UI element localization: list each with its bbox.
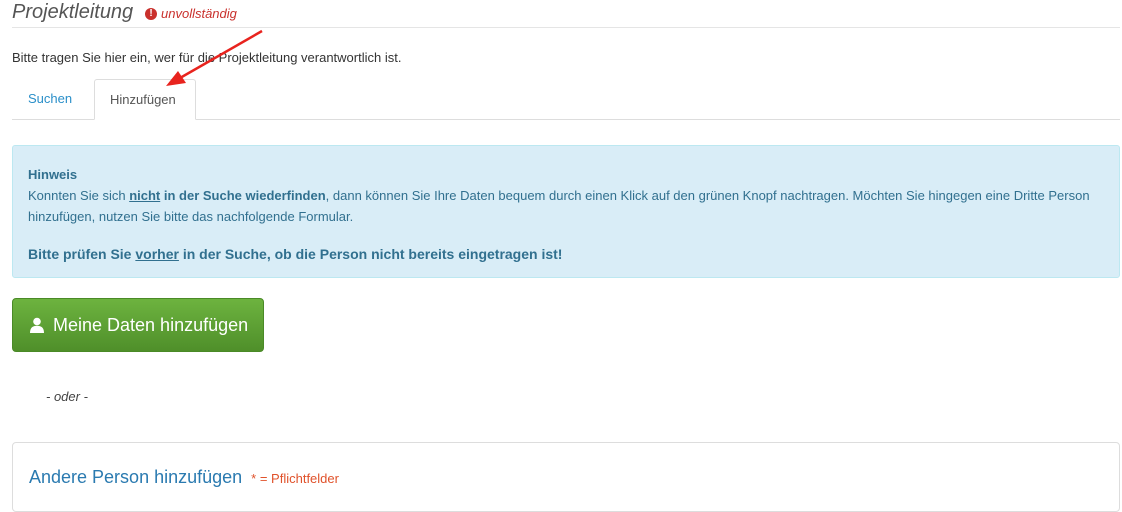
alert-body: Konnten Sie sich nicht in der Suche wied…	[28, 185, 1104, 227]
required-fields-note: * = Pflichtfelder	[251, 471, 339, 486]
alert-emphasis-underline: nicht	[129, 188, 161, 203]
or-separator: - oder -	[46, 389, 88, 404]
status-badge: ! unvollständig	[145, 6, 237, 21]
add-my-data-button[interactable]: Meine Daten hinzufügen	[12, 298, 264, 352]
alert-check-note: Bitte prüfen Sie vorher in der Suche, ob…	[28, 244, 1104, 265]
panel-title-text: Andere Person hinzufügen	[29, 467, 243, 487]
user-icon	[30, 317, 44, 333]
alert-emphasis: nicht in der Suche wiederfinden	[129, 188, 325, 203]
alert-heading: Hinweis	[28, 167, 78, 182]
check-text-rest: in der Suche, ob die Person nicht bereit…	[178, 246, 563, 262]
alert-text: Konnten Sie sich	[28, 188, 130, 203]
tab-hinzufuegen[interactable]: Hinzufügen	[94, 79, 196, 120]
other-person-panel: Andere Person hinzufügen * = Pflichtfeld…	[12, 442, 1120, 512]
intro-text: Bitte tragen Sie hier ein, wer für die P…	[12, 50, 402, 65]
panel-title: Andere Person hinzufügen * = Pflichtfeld…	[29, 467, 339, 488]
exclamation-circle-icon: !	[145, 7, 157, 20]
check-text: Bitte prüfen Sie	[28, 246, 136, 262]
status-text: unvollständig	[161, 6, 237, 21]
section-header: Projektleitung ! unvollständig	[12, 0, 1120, 28]
tab-bar: Suchen Hinzufügen	[12, 79, 1120, 120]
tab-suchen[interactable]: Suchen	[13, 79, 87, 119]
info-alert: Hinweis Konnten Sie sich nicht in der Su…	[12, 145, 1120, 278]
check-underline: vorher	[135, 246, 179, 262]
add-my-data-label: Meine Daten hinzufügen	[53, 314, 249, 335]
section-title: Projektleitung	[12, 1, 134, 23]
alert-emphasis-rest: in der Suche wiederfinden	[160, 188, 326, 203]
